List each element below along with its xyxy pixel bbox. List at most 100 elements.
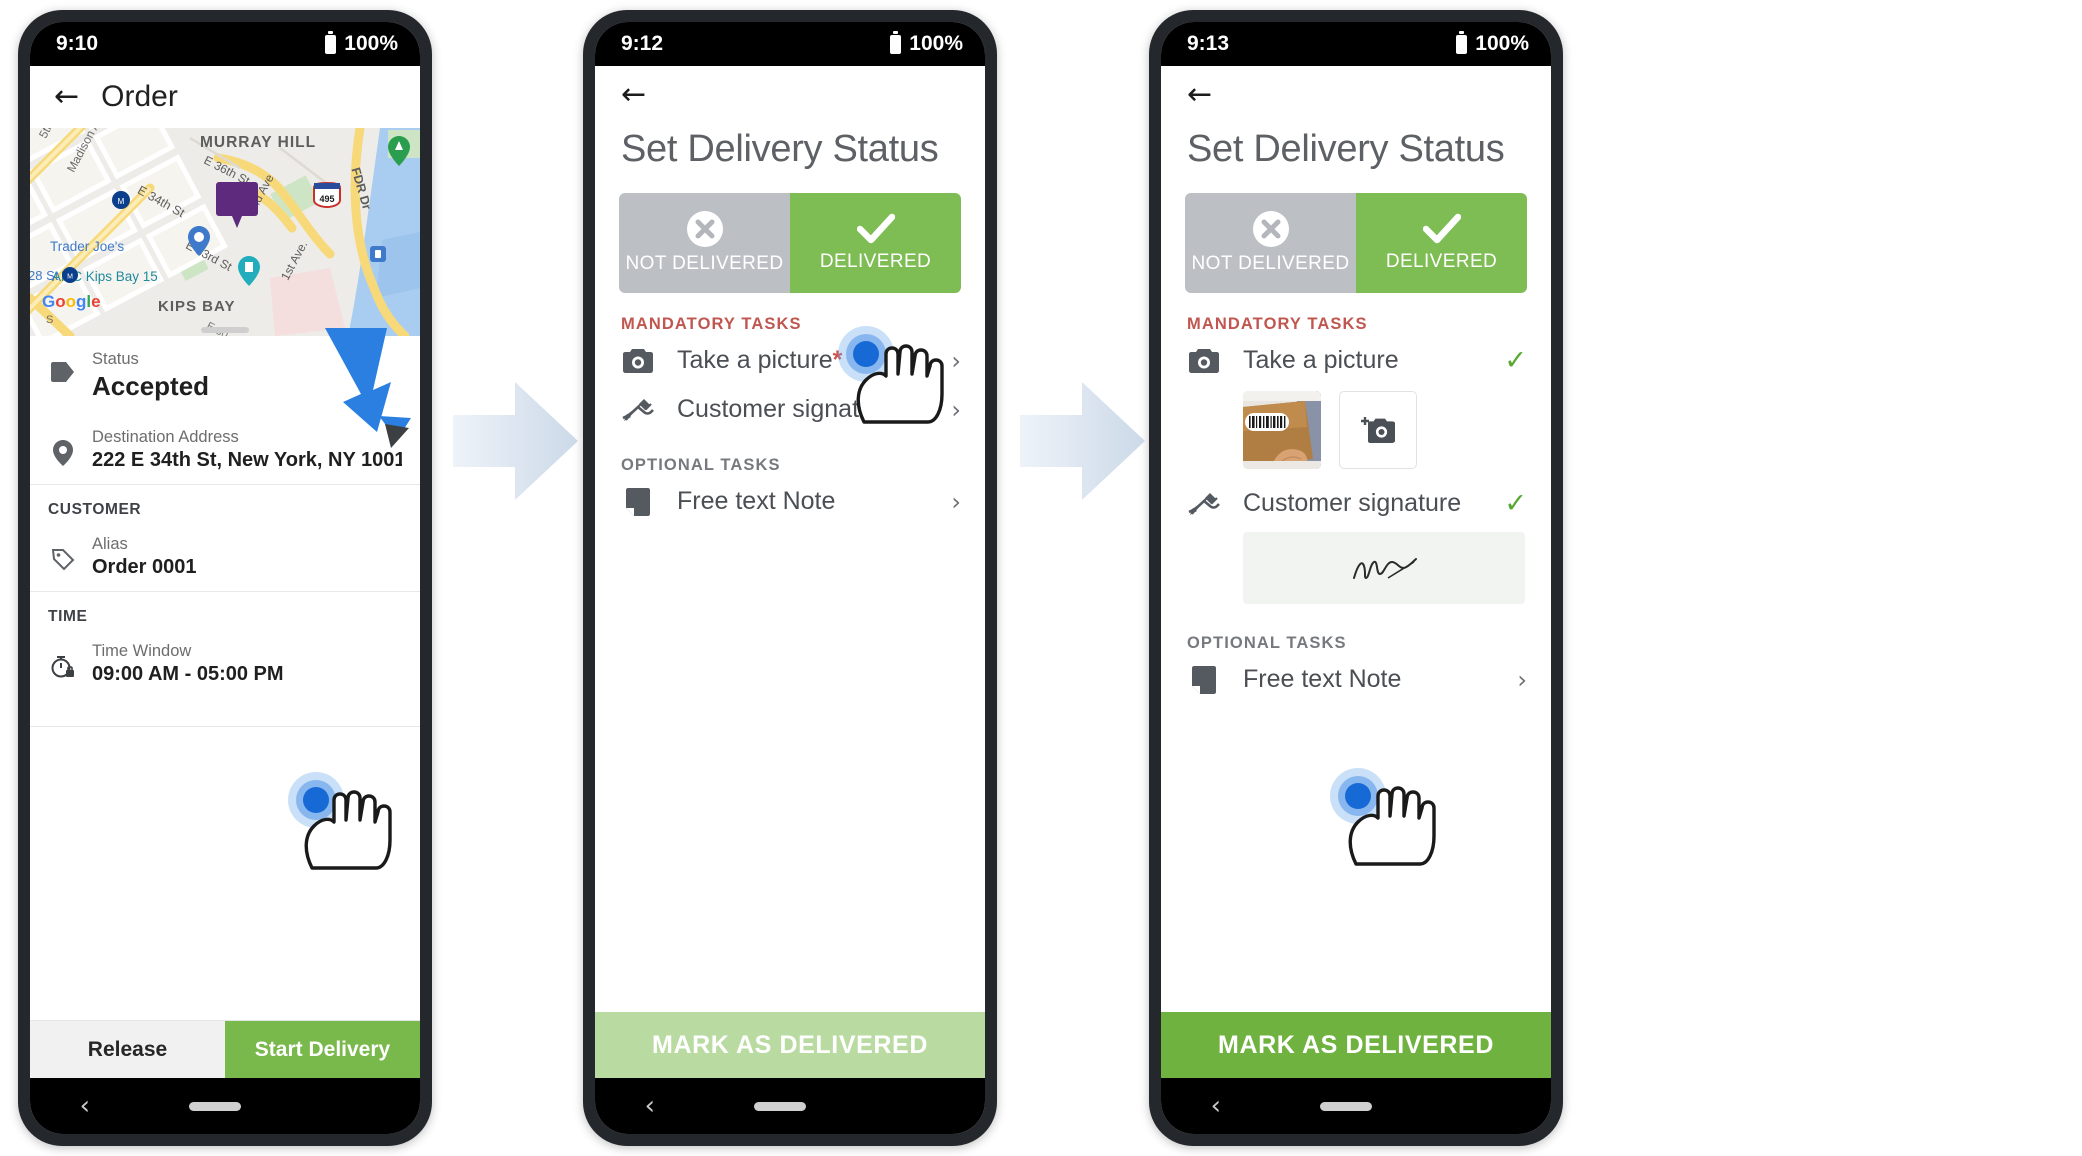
nav-back-icon[interactable]: ‹ <box>80 1093 90 1119</box>
task-row-take-a-picture[interactable]: Take a picture ✓ <box>1161 336 1551 385</box>
delivered-button[interactable]: DELIVERED <box>790 193 961 293</box>
chevron-right-icon[interactable]: › <box>951 398 961 422</box>
nav-pill-icon[interactable] <box>189 1101 242 1111</box>
back-arrow-icon[interactable]: ← <box>1187 80 1212 110</box>
section-header-time: TIME <box>48 608 88 625</box>
green-check-icon: ✓ <box>1504 345 1527 376</box>
task-label: Free text Note <box>677 487 836 515</box>
check-icon <box>1422 213 1461 244</box>
back-arrow-icon[interactable]: ← <box>54 82 79 112</box>
svg-text:M: M <box>118 197 125 206</box>
divider <box>30 726 420 727</box>
photo-thumbnail[interactable] <box>1243 391 1321 469</box>
chevron-right-icon[interactable]: › <box>951 349 961 373</box>
detail-row-destination: Destination Address 222 E 34th St, New Y… <box>30 414 420 484</box>
map-pin-small <box>370 246 386 262</box>
required-star: * <box>832 346 843 374</box>
map-graphic <box>30 128 420 336</box>
task-label: Take a picture* <box>677 346 843 374</box>
mark-as-delivered-button[interactable]: MARK AS DELIVERED <box>1161 1012 1551 1078</box>
task-row-customer-signature[interactable]: Customer signature ✓ <box>1161 479 1551 528</box>
release-button[interactable]: Release <box>30 1021 225 1078</box>
task-row-free-text-note[interactable]: Free text Note › <box>1161 655 1551 704</box>
detail-label: Time Window <box>92 642 192 660</box>
map-pin-trader-joes[interactable] <box>188 226 210 256</box>
circle-x-icon <box>1252 211 1289 247</box>
chevron-right-icon[interactable]: › <box>951 490 961 514</box>
section-header-customer: CUSTOMER <box>48 501 142 518</box>
delivered-button[interactable]: DELIVERED <box>1356 193 1527 293</box>
app-bar: ← <box>595 66 985 124</box>
app-bar: ← <box>1161 66 1551 124</box>
back-arrow-icon[interactable]: ← <box>621 80 646 110</box>
signature-preview[interactable] <box>1243 532 1525 604</box>
start-delivery-button[interactable]: Start Delivery <box>225 1021 420 1078</box>
mark-as-delivered-button[interactable]: MARK AS DELIVERED <box>595 1012 985 1078</box>
step-arrow-2 <box>1020 382 1145 500</box>
svg-text:M: M <box>67 274 73 281</box>
detail-label: Alias <box>92 535 128 553</box>
battery-icon <box>1456 30 1468 54</box>
sheet-drag-handle[interactable] <box>201 327 249 333</box>
not-delivered-button[interactable]: NOT DELIVERED <box>1185 193 1356 293</box>
destination-marker[interactable] <box>216 182 260 232</box>
detail-value-address: 222 E 34th St, New York, NY 10016, USA <box>92 449 402 471</box>
signature-icon <box>621 398 655 422</box>
signature-icon <box>1187 492 1221 516</box>
status-bar: 9:13 100% <box>1161 22 1551 66</box>
nav-back-icon[interactable]: ‹ <box>1211 1093 1221 1119</box>
nav-pill-icon[interactable] <box>1320 1101 1373 1111</box>
status-bar-battery-level: 100% <box>1475 32 1529 55</box>
app-bar: ← Order <box>30 66 420 128</box>
check-icon <box>856 213 895 244</box>
camera-icon <box>1187 348 1221 373</box>
map-view[interactable]: MURRAY HILL KIPS BAY 5th Ave Madison Ave… <box>30 128 420 336</box>
system-nav-bar: ‹ <box>595 1078 985 1134</box>
note-icon <box>1187 665 1221 694</box>
delivery-status-toggle: NOT DELIVERED DELIVERED <box>1185 193 1527 293</box>
section-header-optional: OPTIONAL TASKS <box>1187 634 1347 652</box>
required-star: * <box>895 395 905 423</box>
task-label: Customer signature* <box>677 395 905 423</box>
green-check-icon: ✓ <box>1504 488 1527 519</box>
highway-shield-icon: 495 <box>313 182 341 208</box>
status-bar: 9:10 100% <box>30 22 420 66</box>
signature-scribble <box>1353 558 1417 580</box>
delivered-label: DELIVERED <box>819 251 932 272</box>
not-delivered-button[interactable]: NOT DELIVERED <box>619 193 790 293</box>
page-title: Set Delivery Status <box>1187 128 1505 170</box>
task-row-take-a-picture[interactable]: Take a picture* › <box>595 336 985 385</box>
page-title: Order <box>101 80 178 113</box>
status-bar-time: 9:12 <box>621 32 664 55</box>
system-nav-bar: ‹ <box>30 1078 420 1134</box>
status-bar: 9:12 100% <box>595 22 985 66</box>
nav-pill-icon[interactable] <box>754 1101 807 1111</box>
detail-value-time-window: 09:00 AM - 05:00 PM <box>92 663 284 685</box>
task-row-customer-signature[interactable]: Customer signature* › <box>595 385 985 434</box>
delivered-label: DELIVERED <box>1385 251 1498 272</box>
note-icon <box>621 487 655 516</box>
label-tag-icon <box>48 535 78 571</box>
detail-value-status: Accepted <box>92 371 210 401</box>
detail-row-alias: Alias Order 0001 <box>30 521 420 591</box>
section-header-mandatory: MANDATORY TASKS <box>621 315 802 333</box>
filler <box>1161 704 1551 1012</box>
system-nav-bar: ‹ <box>1161 1078 1551 1134</box>
subway-icon-1: M <box>112 191 130 209</box>
svg-text:495: 495 <box>319 194 334 204</box>
map-pin-amc[interactable] <box>238 256 260 286</box>
add-photo-button[interactable] <box>1339 391 1417 469</box>
phone-order-screen: 9:10 100% ← Order MURRAY HILL KIPS BAY M… <box>18 10 432 1146</box>
photo-attachments <box>1161 385 1551 479</box>
task-label: Free text Note <box>1243 665 1402 693</box>
section-header-mandatory: MANDATORY TASKS <box>1187 315 1368 333</box>
flow-diagram: 9:10 100% ← Order MURRAY HILL KIPS BAY M… <box>0 0 2082 1156</box>
delivery-status-toggle: NOT DELIVERED DELIVERED <box>619 193 961 293</box>
detail-label: Destination Address <box>92 428 239 446</box>
nav-back-icon[interactable]: ‹ <box>645 1093 655 1119</box>
task-row-free-text-note[interactable]: Free text Note › <box>595 477 985 526</box>
tag-icon <box>48 350 78 382</box>
chevron-right-icon[interactable]: › <box>1517 668 1527 692</box>
page-title: Set Delivery Status <box>621 128 939 170</box>
detail-row-time-window: Time Window 09:00 AM - 05:00 PM <box>30 628 420 698</box>
